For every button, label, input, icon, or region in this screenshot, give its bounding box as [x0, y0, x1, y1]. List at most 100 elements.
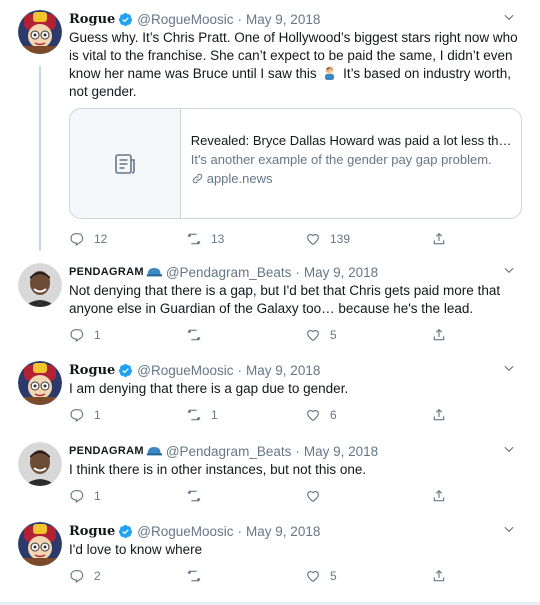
link-icon [192, 173, 202, 184]
like-button[interactable]: 5 [305, 567, 337, 585]
share-icon [433, 232, 445, 245]
separator-dot: · [295, 443, 300, 459]
chevron-down-icon[interactable] [502, 442, 516, 456]
reply-button[interactable]: 1 [69, 326, 101, 344]
chevron-down-icon[interactable] [502, 263, 516, 277]
like-button[interactable]: 5 [305, 326, 337, 344]
tweet-date[interactable]: May 9, 2018 [246, 363, 320, 378]
avatar-pendagram[interactable] [18, 442, 62, 486]
retweet-button[interactable] [186, 326, 211, 344]
avatar-rogue[interactable] [18, 361, 62, 405]
tweet-body: Rogue @RogueMoosic · May 9, 2018 I'd lov… [69, 522, 520, 559]
heart-icon [307, 570, 319, 583]
card-link: apple.news [191, 169, 509, 188]
display-name[interactable]: Rogue [69, 12, 115, 27]
tweet-actions: 1 [69, 487, 469, 505]
reply-button[interactable]: 1 [69, 487, 101, 505]
reply-icon [70, 490, 84, 504]
share-button[interactable] [431, 567, 447, 585]
tweet-actions: 2 5 [69, 567, 469, 585]
tweet-date[interactable]: May 9, 2018 [246, 524, 320, 539]
card-thumbnail [70, 109, 181, 218]
link-card[interactable]: Revealed: Bryce Dallas Howard was paid a… [69, 108, 522, 219]
reply-count: 2 [94, 569, 101, 583]
tweet-date[interactable]: May 9, 2018 [304, 444, 378, 459]
reply-button[interactable]: 12 [69, 230, 107, 248]
retweet-button[interactable] [186, 567, 211, 585]
retweet-icon [187, 329, 201, 341]
blue-helmet-icon [146, 268, 162, 277]
like-count: 5 [330, 328, 337, 342]
avatar-pendagram[interactable] [18, 263, 62, 307]
tweet-actions: 1 5 [69, 326, 469, 344]
tweet-header: Rogue @RogueMoosic · May 9, 2018 [69, 361, 520, 379]
blue-helmet-icon [146, 447, 162, 456]
tweet-header: PENDAGRAM @Pendagram_Beats · May 9, 2018 [69, 263, 520, 281]
retweet-icon [187, 409, 201, 421]
heart-icon [307, 233, 319, 246]
chevron-down-icon[interactable] [502, 361, 516, 375]
tweet-3[interactable]: Rogue @RogueMoosic · May 9, 2018 I am de… [0, 361, 540, 431]
share-icon [433, 489, 445, 502]
tweet-body: PENDAGRAM @Pendagram_Beats · May 9, 2018… [69, 263, 520, 318]
article-icon [115, 153, 135, 174]
reply-button[interactable]: 1 [69, 406, 101, 424]
reply-button[interactable]: 2 [69, 567, 101, 585]
avatar-rogue[interactable] [18, 522, 62, 566]
share-icon [433, 408, 445, 421]
man-facepalming-emoji [325, 66, 335, 80]
retweet-icon [187, 233, 201, 245]
tweet-thread: Rogue @RogueMoosic · May 9, 2018 Guess w… [0, 0, 540, 605]
reply-icon [70, 233, 84, 247]
share-button[interactable] [431, 230, 447, 248]
retweet-icon [187, 570, 201, 582]
share-icon [433, 328, 445, 341]
tweet-date[interactable]: May 9, 2018 [246, 12, 320, 27]
card-link-text: apple.news [206, 171, 273, 186]
card-body: Revealed: Bryce Dallas Howard was paid a… [181, 109, 521, 218]
tweet-5[interactable]: Rogue @RogueMoosic · May 9, 2018 I'd lov… [0, 522, 540, 592]
display-name[interactable]: Rogue [69, 524, 115, 539]
avatar-rogue[interactable] [18, 10, 62, 54]
tweet-body: PENDAGRAM @Pendagram_Beats · May 9, 2018… [69, 442, 520, 479]
separator-dot: · [237, 362, 243, 378]
share-button[interactable] [431, 326, 447, 344]
user-handle[interactable]: @Pendagram_Beats [166, 444, 292, 459]
like-count: 5 [330, 569, 337, 583]
share-icon [433, 569, 445, 582]
retweet-button[interactable]: 1 [186, 406, 218, 424]
verified-badge-icon [119, 524, 133, 538]
tweet-header: Rogue @RogueMoosic · May 9, 2018 [69, 10, 520, 28]
reply-icon [70, 329, 84, 343]
like-button[interactable] [305, 487, 330, 505]
tweet-date[interactable]: May 9, 2018 [304, 265, 378, 280]
tweet-actions: 1 1 6 [69, 406, 469, 424]
share-button[interactable] [431, 487, 447, 505]
tweet-header: Rogue @RogueMoosic · May 9, 2018 [69, 522, 520, 540]
chevron-down-icon[interactable] [502, 522, 516, 536]
tweet-4[interactable]: PENDAGRAM @Pendagram_Beats · May 9, 2018… [0, 442, 540, 512]
like-count: 6 [330, 408, 337, 422]
user-handle[interactable]: @RogueMoosic [137, 12, 233, 27]
user-handle[interactable]: @RogueMoosic [137, 363, 233, 378]
display-name[interactable]: PENDAGRAM [69, 266, 144, 278]
display-name[interactable]: PENDAGRAM [69, 445, 144, 457]
like-button[interactable]: 6 [305, 406, 337, 424]
tweet-actions: 12 13 139 [69, 230, 469, 248]
like-button[interactable]: 139 [305, 230, 350, 248]
tweet-2[interactable]: PENDAGRAM @Pendagram_Beats · May 9, 2018… [0, 263, 540, 348]
share-button[interactable] [431, 406, 447, 424]
user-handle[interactable]: @Pendagram_Beats [166, 265, 292, 280]
tweet-text: I am denying that there is a gap due to … [69, 381, 349, 396]
retweet-button[interactable]: 13 [186, 230, 224, 248]
reply-count: 12 [94, 232, 108, 246]
user-handle[interactable]: @RogueMoosic [137, 524, 233, 539]
display-name[interactable]: Rogue [69, 363, 115, 378]
like-count: 139 [330, 232, 351, 246]
tweet-1[interactable]: Rogue @RogueMoosic · May 9, 2018 Guess w… [0, 10, 540, 250]
retweet-count: 1 [211, 408, 218, 422]
heart-icon [307, 329, 319, 342]
retweet-button[interactable] [186, 487, 211, 505]
heart-icon [307, 490, 319, 503]
chevron-down-icon[interactable] [502, 10, 516, 24]
